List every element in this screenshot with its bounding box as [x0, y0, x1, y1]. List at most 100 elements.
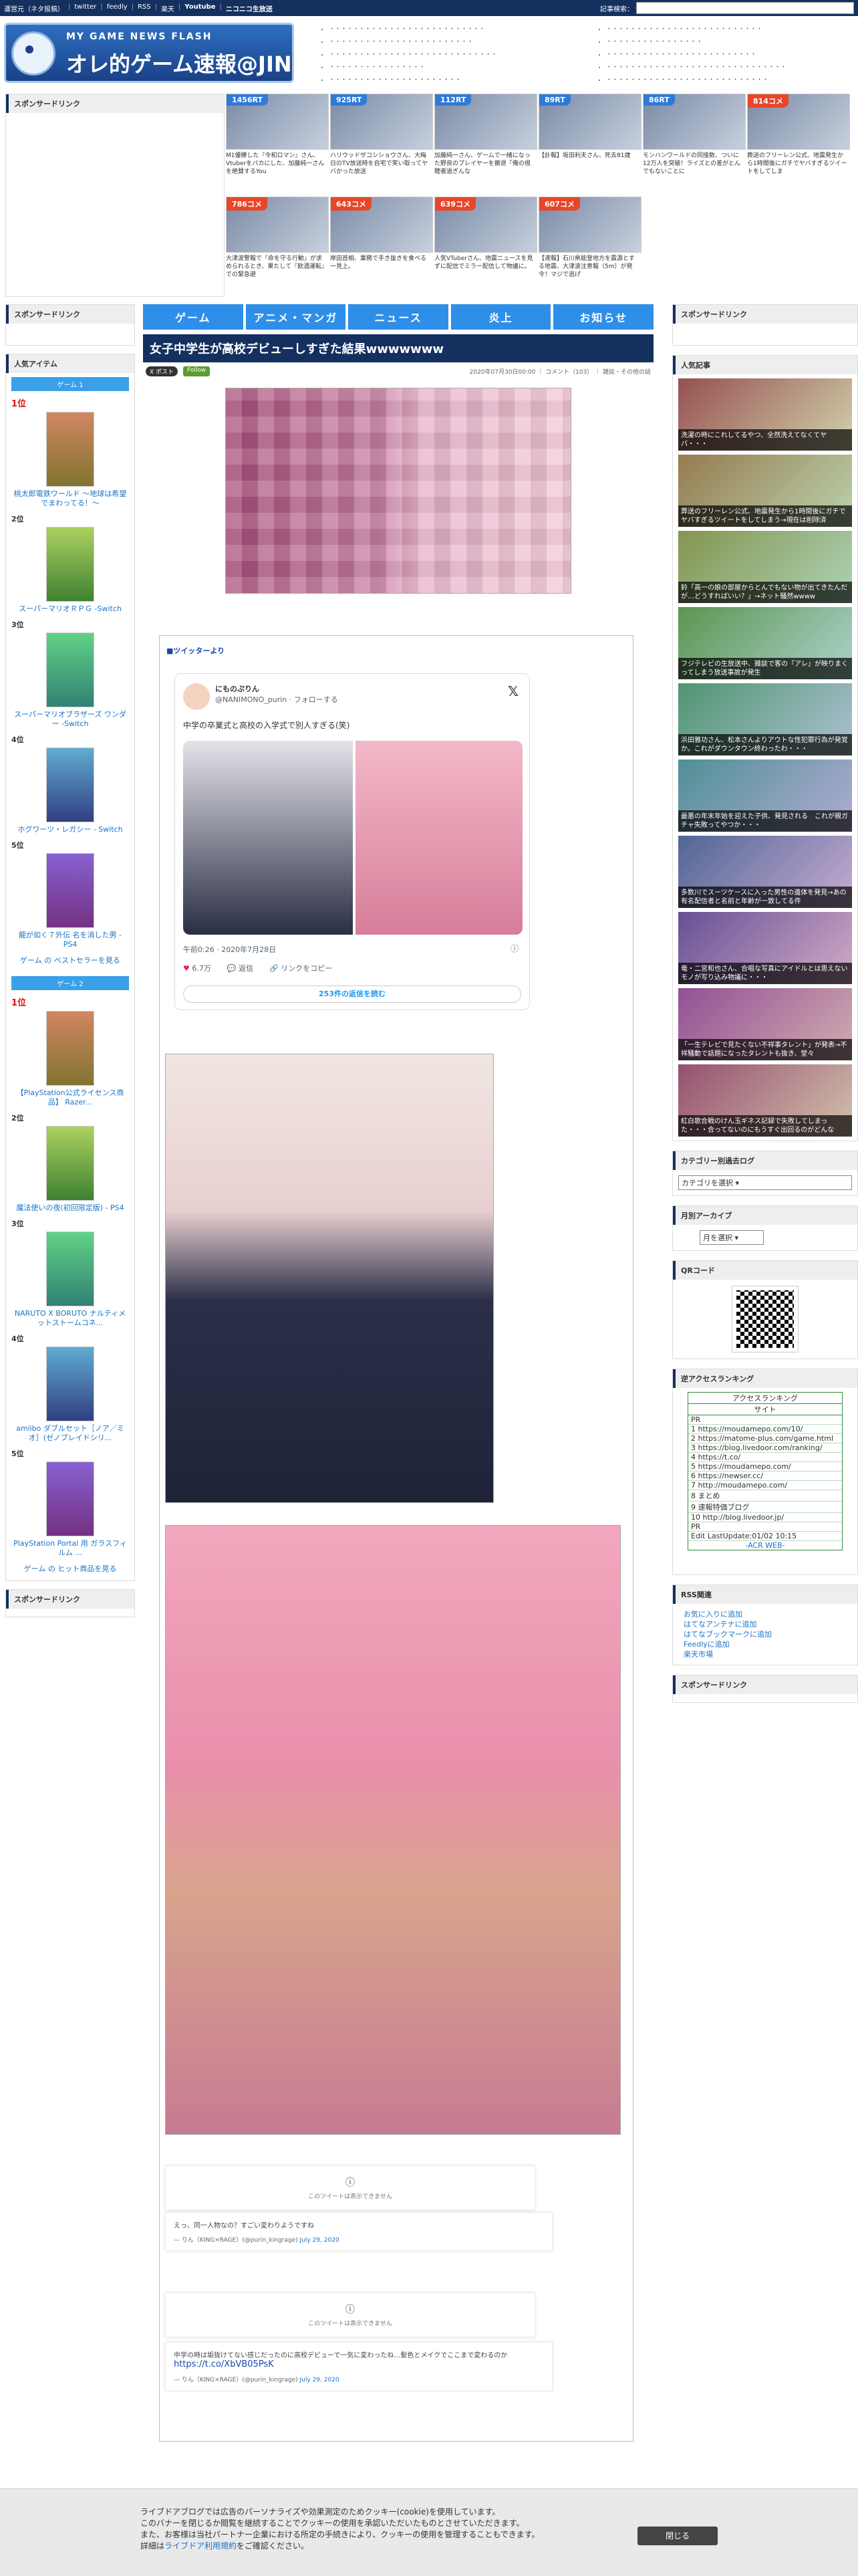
access-ranking-row[interactable]: Edit LastUpdate:01/02 10:15: [688, 1532, 842, 1541]
ranking-thumb[interactable]: 112RT 加藤純一さん、ゲームで一緒になった野良のプレイヤーを撤退「俺の視聴者過…: [434, 94, 537, 191]
header-news-item[interactable]: ・・・・・・・・・・・・・・・・・・・・・・・・・・: [329, 24, 571, 33]
tweet-photo-2[interactable]: [355, 741, 523, 935]
thumb-caption[interactable]: 葬送のフリーレン公式、地震発生から1時間後にガチでヤバすぎるツイートをしてしま: [747, 152, 849, 184]
access-ranking-row[interactable]: 5 https://moudamepo.com/: [688, 1462, 842, 1472]
quoted-tweet-2[interactable]: 中学の時は垢抜けてない感じだったのに高校デビューで一気に変わったね…髪色とメイク…: [165, 2342, 553, 2391]
access-ranking-row[interactable]: PR: [688, 1522, 842, 1532]
nav-game[interactable]: ゲーム: [143, 304, 243, 330]
site-logo[interactable]: MY GAME NEWS FLASH オレ的ゲーム速報@JIN: [4, 23, 294, 83]
tweet-author-name[interactable]: にものぷりん: [215, 683, 259, 694]
thumb-image[interactable]: 112RT: [434, 94, 537, 150]
embedded-tweet[interactable]: にものぷりん @NANIMONO_purin · フォローする 𝕏 中学の卒業式…: [174, 673, 530, 1010]
rss-link[interactable]: Feedlyに追加: [684, 1639, 847, 1649]
popular-article[interactable]: 最悪の年末年始を迎えた子供、発見される これが親ガチャ失敗ってやつか・・・: [678, 759, 852, 832]
popular-article-title[interactable]: 「一生テレビで見たくない不祥事タレント」が発表→不祥騒動で話題になったタレントも…: [678, 1039, 852, 1060]
top-link[interactable]: Youtube: [184, 3, 215, 13]
header-news-item[interactable]: ・・・・・・・・・・・・・・・・: [329, 62, 571, 71]
ranking-thumb[interactable]: 639コメ 人気VTuberさん、地震ニュースを見ずに配信でミラー配信して物議に。: [434, 197, 537, 294]
ranking-thumb[interactable]: 786コメ 大津波警報で『命を守る行動』が求められるとき、果たして『飲酒運転』での…: [226, 197, 329, 294]
popular-article-title[interactable]: 最悪の年末年始を迎えた子供、発見される これが親ガチャ失敗ってやつか・・・: [678, 810, 852, 832]
x-post-button[interactable]: X ポスト: [146, 366, 178, 376]
product-name[interactable]: PlayStation Portal 用 ガラスフィルム ...: [11, 1539, 129, 1558]
header-news-item[interactable]: ・・・・・・・・・・・・・・・・・・・・・・・・・・: [606, 24, 849, 33]
ranking-thumb[interactable]: 1456RT M1優勝した『令和ロマン』さん、Vtuberをバカにした、加藤純一さ…: [226, 94, 329, 191]
article-title[interactable]: 女子中学生が高校デビューしすぎた結果wwwwwww: [143, 334, 654, 362]
ranking-thumb[interactable]: 814コメ 葬送のフリーレン公式、地震発生から1時間後にガチでヤバすぎるツイートを…: [747, 94, 850, 191]
game1-head[interactable]: ゲーム 1: [11, 377, 129, 391]
top-link[interactable]: 運営元（ネタ投稿）: [4, 3, 64, 13]
popular-article-title[interactable]: 竜・二宮和也さん、合唱な写真にアイドルとは思えないモノが写り込み物議に・・・: [678, 963, 852, 984]
product-image[interactable]: [46, 747, 94, 822]
header-news-item[interactable]: ・・・・・・・・・・・・・・・・・・・・・・: [329, 75, 571, 84]
popular-article[interactable]: 多数川でスーツケースに入った男性の遺体を発見→あの有名配信者と名前と年齢が一致し…: [678, 836, 852, 908]
popular-article[interactable]: 葬送のフリーレン公式、地震発生から1時間後にガチでヤバすぎるツイートをしてしまう…: [678, 455, 852, 527]
popular-article[interactable]: フジテレビの生放送中、雑談で客の『アレ』が映りまくってしまう放送事故が発生: [678, 607, 852, 679]
thumb-image[interactable]: 814コメ: [747, 94, 850, 150]
access-ranking-row[interactable]: 1 https://moudamepo.com/10/: [688, 1425, 842, 1434]
access-ranking-row[interactable]: 8 まとめ: [688, 1490, 842, 1502]
thumb-image[interactable]: 1456RT: [226, 94, 329, 150]
top-link[interactable]: twitter: [74, 3, 96, 13]
product-image[interactable]: [46, 527, 94, 602]
popular-article-title[interactable]: フジテレビの生放送中、雑談で客の『アレ』が映りまくってしまう放送事故が発生: [678, 658, 852, 679]
thumb-caption[interactable]: M1優勝した『令和ロマン』さん、Vtuberをバカにした、加藤純一さんを絶賛する…: [226, 152, 327, 184]
search-input[interactable]: [636, 2, 854, 14]
thumb-image[interactable]: 89RT: [539, 94, 641, 150]
header-news-item[interactable]: ・・・・・・・・・・・・・・・・・・・・・・・・・・・・: [329, 49, 571, 58]
popular-article-title[interactable]: 葬送のフリーレン公式、地震発生から1時間後にガチでヤバすぎるツイートをしてしまう…: [678, 505, 852, 527]
thumb-caption[interactable]: 大津波警報で『命を守る行動』が求められるとき、果たして『飲酒運転』での緊急避: [226, 255, 327, 287]
terms-link[interactable]: ライブドア利用規約: [164, 2541, 237, 2551]
popular-article[interactable]: 紅白歌合戦のけん玉ギネス記録で失敗してしまった・・・合ってないのにもうすぐ出回る…: [678, 1064, 852, 1137]
access-ranking-row[interactable]: 3 https://blog.livedoor.com/ranking/: [688, 1443, 842, 1453]
tweet-timestamp[interactable]: 午前0:26 · 2020年7月28日: [183, 944, 276, 955]
nav-anime-manga[interactable]: アニメ・マンガ: [245, 304, 346, 330]
thumb-image[interactable]: 639コメ: [434, 197, 537, 253]
top-link[interactable]: RSS: [138, 3, 151, 13]
top-link[interactable]: feedly: [107, 3, 128, 13]
popular-article[interactable]: 「一生テレビで見たくない不祥事タレント」が発表→不祥騒動で話題になったタレントも…: [678, 988, 852, 1060]
popular-article-title[interactable]: 浜田雅功さん、松本さんよりアウトな性犯罪行為が発覚か。これがダウンタウン終わった…: [678, 734, 852, 755]
product-image[interactable]: [46, 1346, 94, 1421]
product-image[interactable]: [46, 1232, 94, 1306]
product-name[interactable]: 桃太郎電鉄ワールド ～地球は希望でまわってる！～: [11, 489, 129, 508]
game2-head[interactable]: ゲーム 2: [11, 976, 129, 990]
popular-article[interactable]: 浜田雅功さん、松本さんよりアウトな性犯罪行為が発覚か。これがダウンタウン終わった…: [678, 683, 852, 755]
quote-date[interactable]: July 29, 2020: [300, 2237, 339, 2244]
top-link[interactable]: 楽天: [161, 3, 174, 13]
category-select[interactable]: カテゴリを選択 ▾: [678, 1175, 852, 1190]
thumb-caption[interactable]: 岸田首相、業務で手き抜きを食べる一見上。: [330, 255, 432, 287]
product-name[interactable]: NARUTO X BORUTO ナルティメットストームコネ...: [11, 1309, 129, 1328]
thumb-image[interactable]: 607コメ: [539, 197, 641, 253]
thumb-caption[interactable]: 加藤純一さん、ゲームで一緒になった野良のプレイヤーを撤退「俺の視聴者過ぎんな: [434, 152, 536, 184]
product-name[interactable]: 魔法使いの夜(初回限定版) - PS4: [11, 1203, 129, 1213]
header-news-item[interactable]: ・・・・・・・・・・・・・・・・・・・・・・・・・: [606, 49, 849, 58]
thumb-image[interactable]: 925RT: [330, 94, 433, 150]
quoted-tweet-1[interactable]: えっ、同一人物なの？すごい変わりようですね — りん（KING×RAGE）(@p…: [165, 2212, 553, 2251]
access-ranking-row[interactable]: 9 速報特価ブログ: [688, 1502, 842, 1513]
thumb-image[interactable]: 643コメ: [330, 197, 433, 253]
header-news-item[interactable]: ・・・・・・・・・・・・・・・・・・・・・・・・・・・・・・: [606, 62, 849, 71]
tweet-author-handle[interactable]: @NANIMONO_purin · フォローする: [215, 694, 338, 705]
top-link[interactable]: ニコニコ生放送: [226, 3, 273, 13]
access-ranking-row[interactable]: 10 http://blog.livedoor.jp/: [688, 1513, 842, 1522]
product-name[interactable]: スーパーマリオブラザーズ ワンダー -Switch: [11, 710, 129, 729]
ranking-thumb[interactable]: 86RT モンハンワールドの同接数、ついに12万人を突破！ライズとの差がとんでもな…: [643, 94, 746, 191]
game1-more-link[interactable]: ゲーム の ベストセラーを見る: [6, 953, 134, 972]
access-ranking-row[interactable]: 7 http://moudamepo.com/: [688, 1481, 842, 1490]
cookie-close-button[interactable]: 閉じる: [637, 2527, 718, 2545]
rss-link[interactable]: はてなブックマークに追加: [684, 1629, 847, 1639]
product-image[interactable]: [46, 412, 94, 487]
nav-enjo[interactable]: 炎上: [450, 304, 551, 330]
avatar[interactable]: [183, 683, 210, 710]
product-image[interactable]: [46, 1011, 94, 1086]
ranking-thumb[interactable]: 89RT 【訃報】坂田利夫さん、死去81歳: [539, 94, 641, 191]
ranking-thumb[interactable]: 607コメ 【速報】石川県能登地方を震源とする地震、大津波注意報（5m）が発令！マ…: [539, 197, 641, 294]
popular-article-title[interactable]: 多数川でスーツケースに入った男性の遺体を発見→あの有名配信者と名前と年齢が一致し…: [678, 887, 852, 908]
quote-link[interactable]: https://t.co/XbVB05PsK: [174, 2359, 274, 2369]
nav-notice[interactable]: お知らせ: [553, 304, 654, 330]
like-button[interactable]: ♥ 6.7万: [183, 963, 211, 973]
thumb-caption[interactable]: 【速報】石川県能登地方を震源とする地震、大津波注意報（5m）が発令！マジで逃げ: [539, 255, 640, 287]
tweet-photo-1[interactable]: [183, 741, 353, 935]
product-name[interactable]: amiibo ダブルセット［ノア／ミオ］(ゼノブレイドシリ...: [11, 1424, 129, 1443]
product-name[interactable]: ホグワーツ・レガシー - Switch: [11, 825, 129, 834]
